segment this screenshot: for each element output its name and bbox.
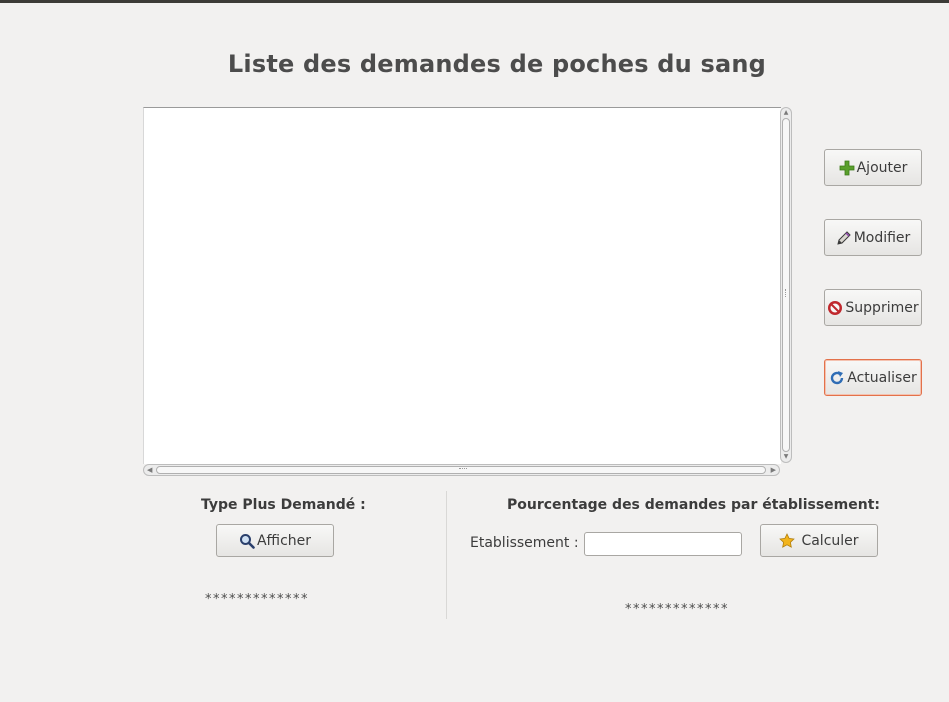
- calculate-button-label: Calculer: [801, 532, 859, 549]
- horizontal-scrollbar[interactable]: ◀ ▶: [143, 464, 780, 476]
- no-entry-icon: [828, 300, 843, 315]
- delete-button[interactable]: Supprimer: [824, 289, 922, 326]
- delete-button-label: Supprimer: [845, 299, 919, 316]
- refresh-button-label: Actualiser: [847, 369, 917, 386]
- page-title: Liste des demandes de poches du sang: [227, 50, 767, 78]
- calculate-button[interactable]: Calculer: [760, 524, 878, 557]
- plus-icon: [839, 160, 855, 175]
- vertical-scroll-thumb[interactable]: [782, 118, 790, 452]
- scroll-down-icon[interactable]: ▼: [783, 454, 789, 460]
- edit-button[interactable]: Modifier: [824, 219, 922, 256]
- pencil-icon: [837, 230, 851, 245]
- refresh-icon: [831, 370, 844, 384]
- percentage-heading: Pourcentage des demandes par établisseme…: [507, 497, 881, 513]
- show-button-label: Afficher: [256, 532, 312, 549]
- vertical-scrollbar[interactable]: ▲ ▼: [780, 107, 792, 463]
- most-requested-heading: Type Plus Demandé :: [201, 497, 366, 513]
- percentage-result: *************: [625, 602, 729, 617]
- refresh-button[interactable]: Actualiser: [824, 359, 922, 396]
- requests-table[interactable]: [143, 107, 781, 464]
- section-divider: [446, 491, 447, 619]
- horizontal-scroll-thumb[interactable]: [156, 466, 766, 474]
- add-button-label: Ajouter: [856, 159, 908, 176]
- scroll-up-icon[interactable]: ▲: [783, 110, 789, 116]
- scroll-grip: [785, 289, 788, 297]
- show-button[interactable]: Afficher: [216, 524, 334, 557]
- scroll-left-icon[interactable]: ◀: [147, 466, 152, 474]
- magnifier-icon: [239, 533, 255, 549]
- scroll-right-icon[interactable]: ▶: [771, 466, 776, 474]
- star-icon: [779, 532, 796, 548]
- edit-button-label: Modifier: [853, 229, 911, 246]
- most-requested-result: *************: [205, 592, 309, 607]
- establishment-label: Etablissement :: [470, 535, 579, 551]
- establishment-field[interactable]: [584, 532, 742, 556]
- window-top-border: [0, 0, 949, 3]
- scroll-grip: [459, 468, 467, 472]
- add-button[interactable]: Ajouter: [824, 149, 922, 186]
